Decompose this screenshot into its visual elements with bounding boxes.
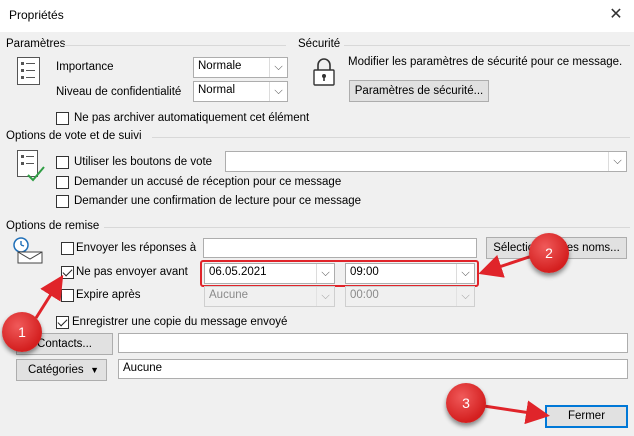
annotation-arrows <box>34 254 550 425</box>
arrow-2 <box>478 254 533 278</box>
arrow-3 <box>483 400 550 425</box>
arrow-1 <box>34 274 64 319</box>
annotation-marker-2: 2 <box>529 233 569 273</box>
annotation-marker-1: 1 <box>2 312 42 352</box>
annotation-marker-3: 3 <box>446 383 486 423</box>
